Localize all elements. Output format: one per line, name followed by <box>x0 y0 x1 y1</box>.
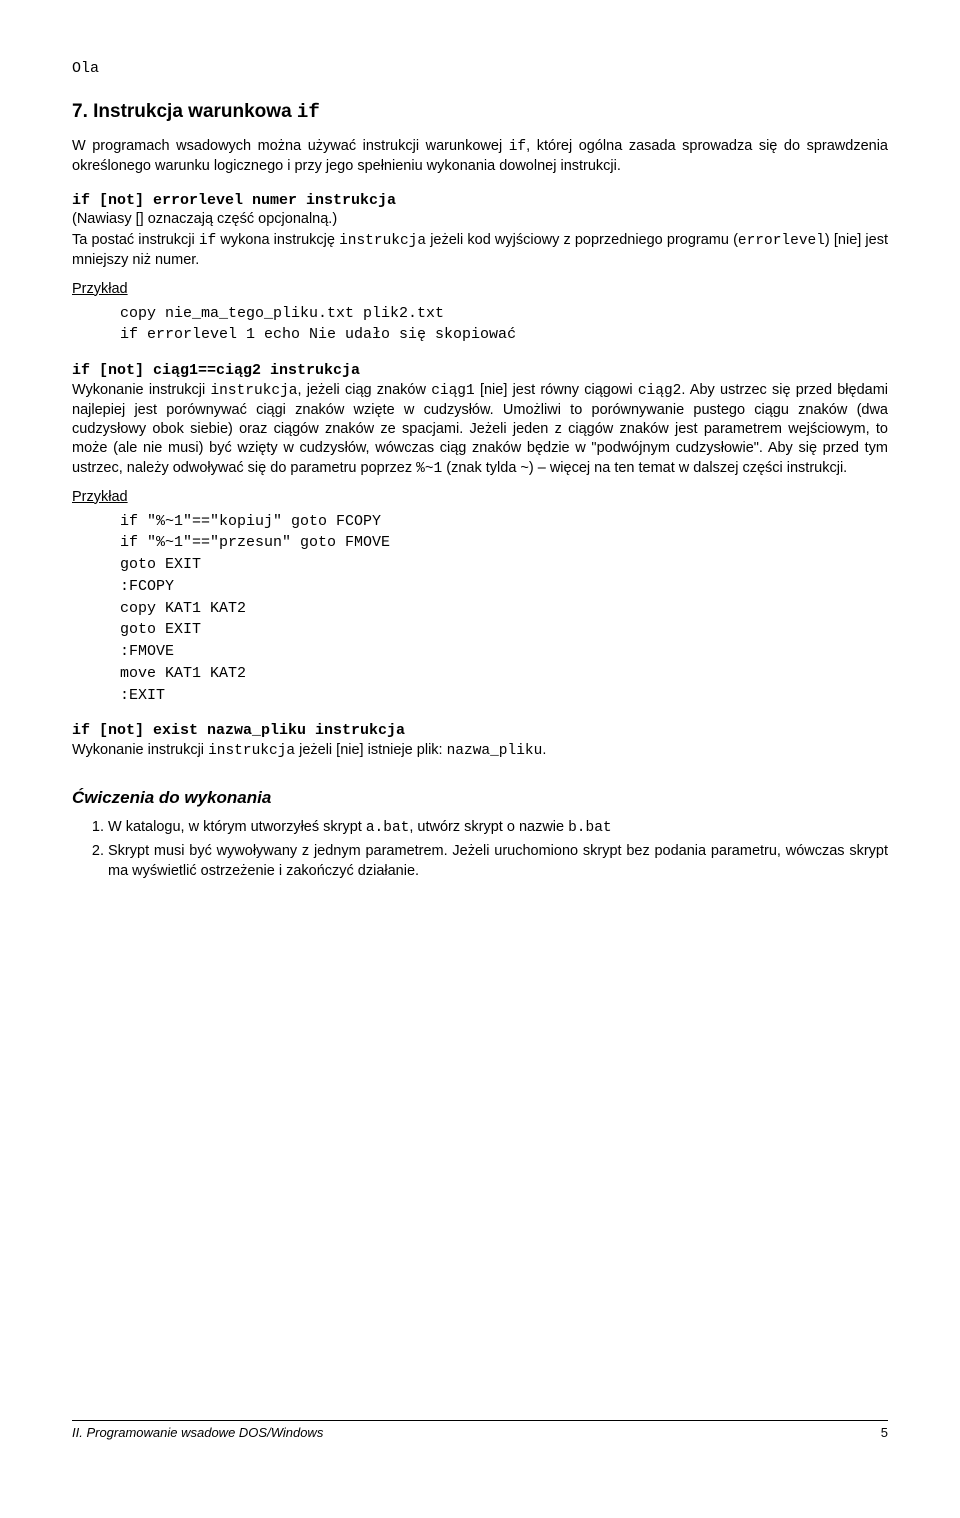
text: W katalogu, w którym utworzyłeś skrypt <box>108 819 366 835</box>
section-heading-7: 7. Instrukcja warunkowa if <box>72 101 888 123</box>
text: , utwórz skrypt o nazwie <box>409 819 568 835</box>
syntax-heading-exist: if [not] exist nazwa_pliku instrukcja <box>72 722 888 739</box>
text: Ta postać instrukcji <box>72 232 199 248</box>
inline-code: b.bat <box>568 820 612 836</box>
text: [nie] jest równy ciągowi <box>475 382 638 398</box>
text: W programach wsadowych można używać inst… <box>72 138 509 154</box>
code-example-2: if "%~1"=="kopiuj" goto FCOPY if "%~1"==… <box>120 511 888 707</box>
inline-code: ciąg1 <box>431 383 475 399</box>
heading-text: 7. Instrukcja warunkowa <box>72 101 297 122</box>
inline-code: instrukcja <box>339 233 426 249</box>
inline-code: nazwa_pliku <box>447 743 543 759</box>
inline-code: instrukcja <box>208 743 295 759</box>
inline-code: if <box>509 139 526 155</box>
header-name: Ola <box>72 60 888 77</box>
page-number: 5 <box>881 1425 888 1440</box>
inline-code: ciąg2 <box>638 383 682 399</box>
brackets-note: (Nawiasy [] oznaczają część opcjonalną.) <box>72 211 888 227</box>
text: Wykonanie instrukcji <box>72 742 208 758</box>
intro-paragraph: W programach wsadowych można używać inst… <box>72 137 888 176</box>
text: wykona instrukcję <box>216 232 339 248</box>
inline-code: %~1 <box>416 461 442 477</box>
syntax-heading-string-compare: if [not] ciąg1==ciąg2 instrukcja <box>72 362 888 379</box>
text: (znak tylda ~) – więcej na ten temat w d… <box>442 460 847 476</box>
text: Skrypt musi być wywoływany z jednym para… <box>108 843 888 879</box>
inline-code: instrukcja <box>210 383 297 399</box>
code-example-1: copy nie_ma_tego_pliku.txt plik2.txt if … <box>120 303 888 347</box>
list-item: Skrypt musi być wywoływany z jednym para… <box>108 842 888 881</box>
exercises-heading: Ćwiczenia do wykonania <box>72 788 888 808</box>
inline-code: if <box>199 233 216 249</box>
page-footer: II. Programowanie wsadowe DOS/Windows 5 <box>72 1420 888 1440</box>
example-label: Przykład <box>72 281 888 297</box>
form3-paragraph: Wykonanie instrukcji instrukcja jeżeli [… <box>72 741 888 761</box>
example-label: Przykład <box>72 489 888 505</box>
document-page: Ola 7. Instrukcja warunkowa if W program… <box>0 0 960 1470</box>
exercises-list: W katalogu, w którym utworzyłeś skrypt a… <box>72 818 888 882</box>
heading-code: if <box>297 101 320 123</box>
form1-paragraph: Ta postać instrukcji if wykona instrukcj… <box>72 231 888 270</box>
inline-code: errorlevel <box>738 233 825 249</box>
text: jeżeli [nie] istnieje plik: <box>295 742 447 758</box>
text: . <box>542 742 546 758</box>
text: jeżeli kod wyjściowy z poprzedniego prog… <box>426 232 738 248</box>
inline-code: a.bat <box>366 820 410 836</box>
form2-paragraph: Wykonanie instrukcji instrukcja, jeżeli … <box>72 381 888 479</box>
text: Wykonanie instrukcji <box>72 382 210 398</box>
text: , jeżeli ciąg znaków <box>297 382 431 398</box>
syntax-heading-errorlevel: if [not] errorlevel numer instrukcja <box>72 192 888 209</box>
list-item: W katalogu, w którym utworzyłeś skrypt a… <box>108 818 888 839</box>
footer-title: II. Programowanie wsadowe DOS/Windows <box>72 1425 323 1440</box>
